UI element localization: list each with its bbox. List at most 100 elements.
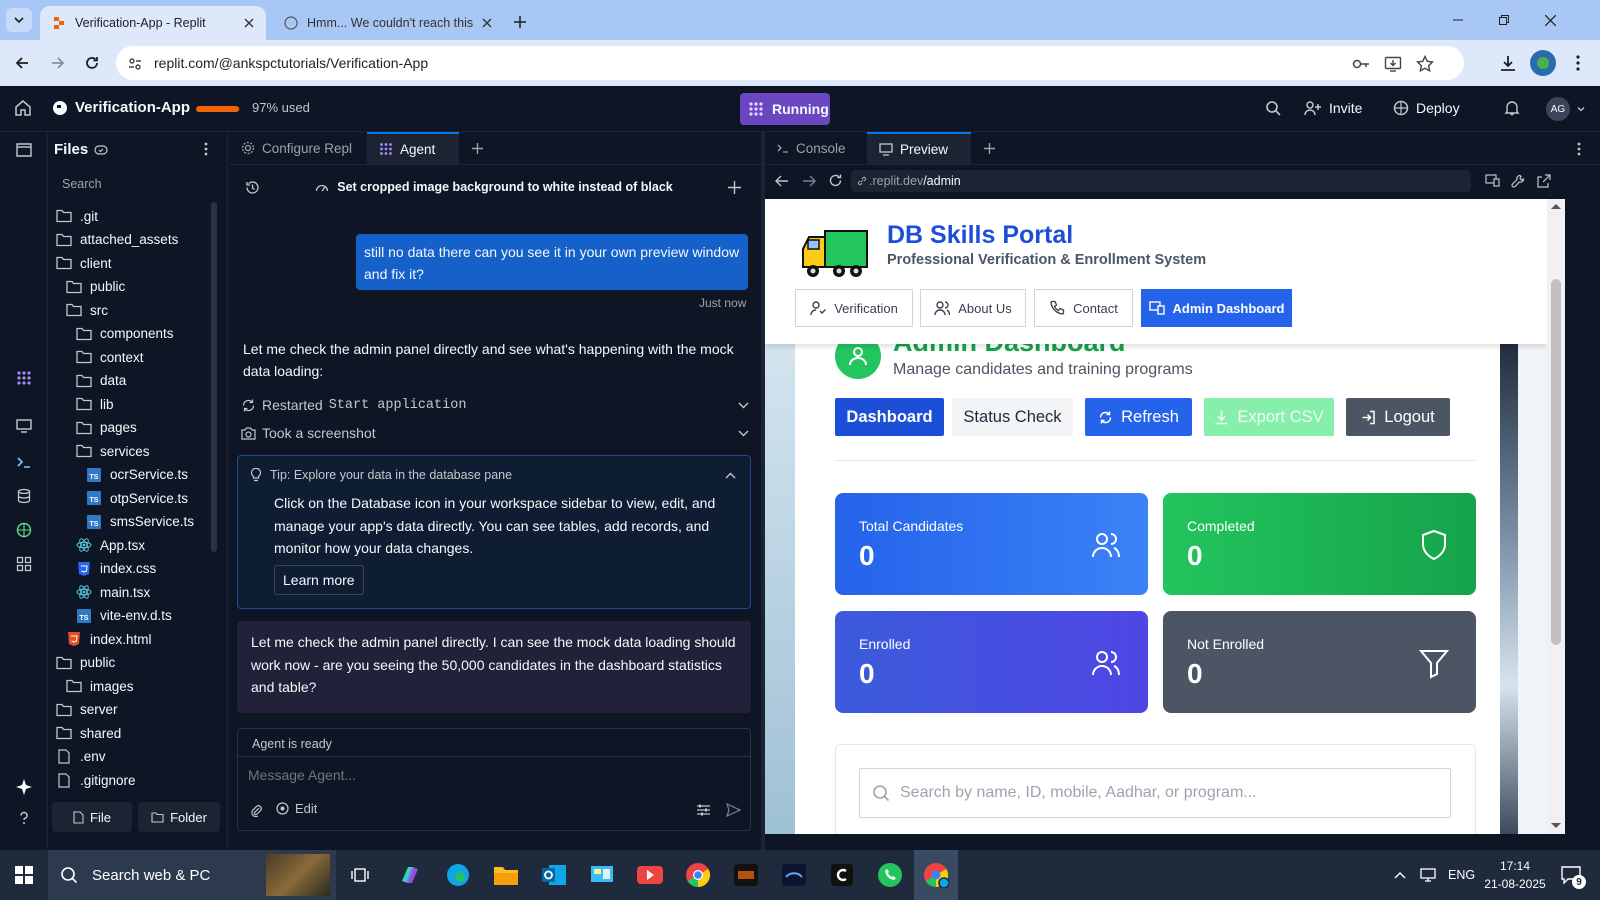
folder-item[interactable]: public [56, 655, 115, 671]
minimize-button[interactable] [1438, 8, 1478, 32]
copilot-app[interactable] [394, 859, 426, 891]
folder-item[interactable]: components [76, 326, 174, 342]
browser-tab[interactable]: Hmm... We couldn't reach this p [272, 6, 504, 40]
run-status-button[interactable]: Running [740, 93, 830, 125]
action-row-restart[interactable]: Restarted Start application [241, 394, 749, 416]
file-item[interactable]: index.html [66, 631, 152, 647]
dashboard-button[interactable]: Dashboard [835, 398, 944, 436]
file-item[interactable]: TS smsService.ts [86, 514, 194, 530]
folder-item[interactable]: images [66, 678, 134, 694]
install-app-icon[interactable] [1384, 55, 1402, 73]
new-tab-button[interactable] [459, 132, 495, 164]
chrome-active-app[interactable] [914, 850, 958, 900]
file-item[interactable]: .gitignore [56, 772, 136, 788]
close-icon[interactable] [482, 18, 492, 28]
all-tools-button[interactable] [12, 552, 36, 576]
file-item[interactable]: App.tsx [76, 537, 145, 553]
folder-item[interactable]: src [66, 302, 108, 318]
message-agent-input[interactable] [248, 763, 738, 787]
sync-icon[interactable] [94, 143, 108, 157]
history-icon[interactable] [245, 180, 260, 195]
edit-mode-button[interactable]: Edit [276, 801, 317, 816]
language-indicator[interactable]: ENG [1448, 850, 1475, 900]
file-item[interactable]: TS ocrService.ts [86, 467, 188, 483]
home-button[interactable] [14, 99, 32, 117]
tab-search-button[interactable] [6, 8, 32, 32]
preview-scrollbar[interactable] [1547, 199, 1565, 834]
outlook-app[interactable] [538, 859, 570, 891]
preview-tool-button[interactable] [12, 414, 36, 438]
start-button[interactable] [6, 850, 42, 900]
folder-item[interactable]: .git [56, 208, 98, 224]
action-row-screenshot[interactable]: Took a screenshot [241, 422, 749, 444]
hotstar-app[interactable] [778, 859, 810, 891]
nav-about-us[interactable]: About Us [920, 289, 1026, 327]
more-vertical-icon[interactable] [1577, 142, 1581, 156]
file-item[interactable]: .env [56, 749, 106, 765]
chrome-app[interactable] [682, 859, 714, 891]
folder-item[interactable]: attached_assets [56, 232, 178, 248]
sonyliv-app[interactable] [730, 859, 762, 891]
external-link-icon[interactable] [1537, 174, 1551, 188]
devtools-wrench-icon[interactable] [1511, 174, 1525, 188]
task-view-button[interactable] [344, 859, 376, 891]
files-menu-button[interactable] [204, 142, 220, 158]
devices-icon[interactable] [1485, 174, 1500, 187]
media-app[interactable] [826, 859, 858, 891]
reload-icon[interactable] [828, 173, 843, 188]
file-item[interactable]: TS vite-env.d.ts [76, 608, 172, 624]
tab-preview[interactable]: Preview [867, 132, 971, 164]
file-item[interactable]: main.tsx [76, 584, 150, 600]
user-menu[interactable]: AG [1546, 97, 1585, 121]
attach-icon[interactable] [250, 803, 262, 817]
close-icon[interactable] [244, 18, 254, 28]
folder-item[interactable]: shared [56, 725, 121, 741]
close-window-button[interactable] [1530, 8, 1570, 32]
show-hidden-icons-button[interactable] [1392, 859, 1408, 891]
folder-item[interactable]: public [66, 279, 125, 295]
browser-tab-active[interactable]: Verification-App - Replit [40, 6, 266, 40]
invite-button[interactable]: Invite [1304, 100, 1362, 116]
agent-tool-button[interactable] [12, 366, 36, 390]
send-icon[interactable] [726, 803, 741, 817]
file-explorer-app[interactable] [490, 859, 522, 891]
downloads-button[interactable] [1496, 51, 1520, 75]
forward-button[interactable] [46, 51, 70, 75]
site-title[interactable]: DB Skills Portal [887, 221, 1073, 250]
help-button[interactable] [12, 806, 36, 830]
search-button[interactable] [1265, 100, 1281, 116]
repl-name[interactable]: Verification-App [52, 99, 190, 116]
deploy-button[interactable]: Deploy [1393, 100, 1460, 116]
reload-button[interactable] [80, 51, 104, 75]
deployments-tool-button[interactable] [12, 518, 36, 542]
folder-item[interactable]: data [76, 373, 126, 389]
edge-app[interactable] [442, 859, 474, 891]
chevron-up-icon[interactable] [725, 472, 736, 479]
network-button[interactable] [1414, 859, 1442, 891]
browser-menu-button[interactable] [1566, 51, 1590, 75]
restore-button[interactable] [1484, 8, 1524, 32]
control-panel-app[interactable] [586, 859, 618, 891]
file-item[interactable]: TS otpService.ts [86, 490, 188, 506]
thread-title[interactable]: Set cropped image background to white in… [260, 180, 728, 194]
address-bar[interactable]: replit.com/@ankspctutorials/Verification… [116, 46, 1464, 80]
notifications-button[interactable] [1504, 100, 1520, 116]
files-scrollbar[interactable] [211, 202, 217, 552]
folder-item[interactable]: pages [76, 420, 137, 436]
folder-item[interactable]: services [76, 443, 150, 459]
youtube-app[interactable] [634, 859, 666, 891]
export-csv-button[interactable]: Export CSV [1204, 398, 1334, 436]
folder-item[interactable]: server [56, 702, 118, 718]
database-tool-button[interactable] [12, 484, 36, 508]
clock[interactable]: 17:14 21-08-2025 [1484, 857, 1546, 893]
new-chat-icon[interactable] [728, 180, 741, 194]
status-check-button[interactable]: Status Check [952, 398, 1073, 436]
console-tool-button[interactable] [12, 450, 36, 474]
tab-console[interactable]: Console [765, 132, 867, 164]
folder-item[interactable]: lib [76, 396, 114, 412]
preview-url-bar[interactable]: .replit.dev /admin [851, 170, 1471, 192]
file-item[interactable]: index.css [76, 561, 156, 577]
new-tab-button[interactable] [971, 132, 1007, 164]
scrollbar-thumb[interactable] [1551, 279, 1561, 645]
bookmark-star-icon[interactable] [1416, 55, 1434, 73]
